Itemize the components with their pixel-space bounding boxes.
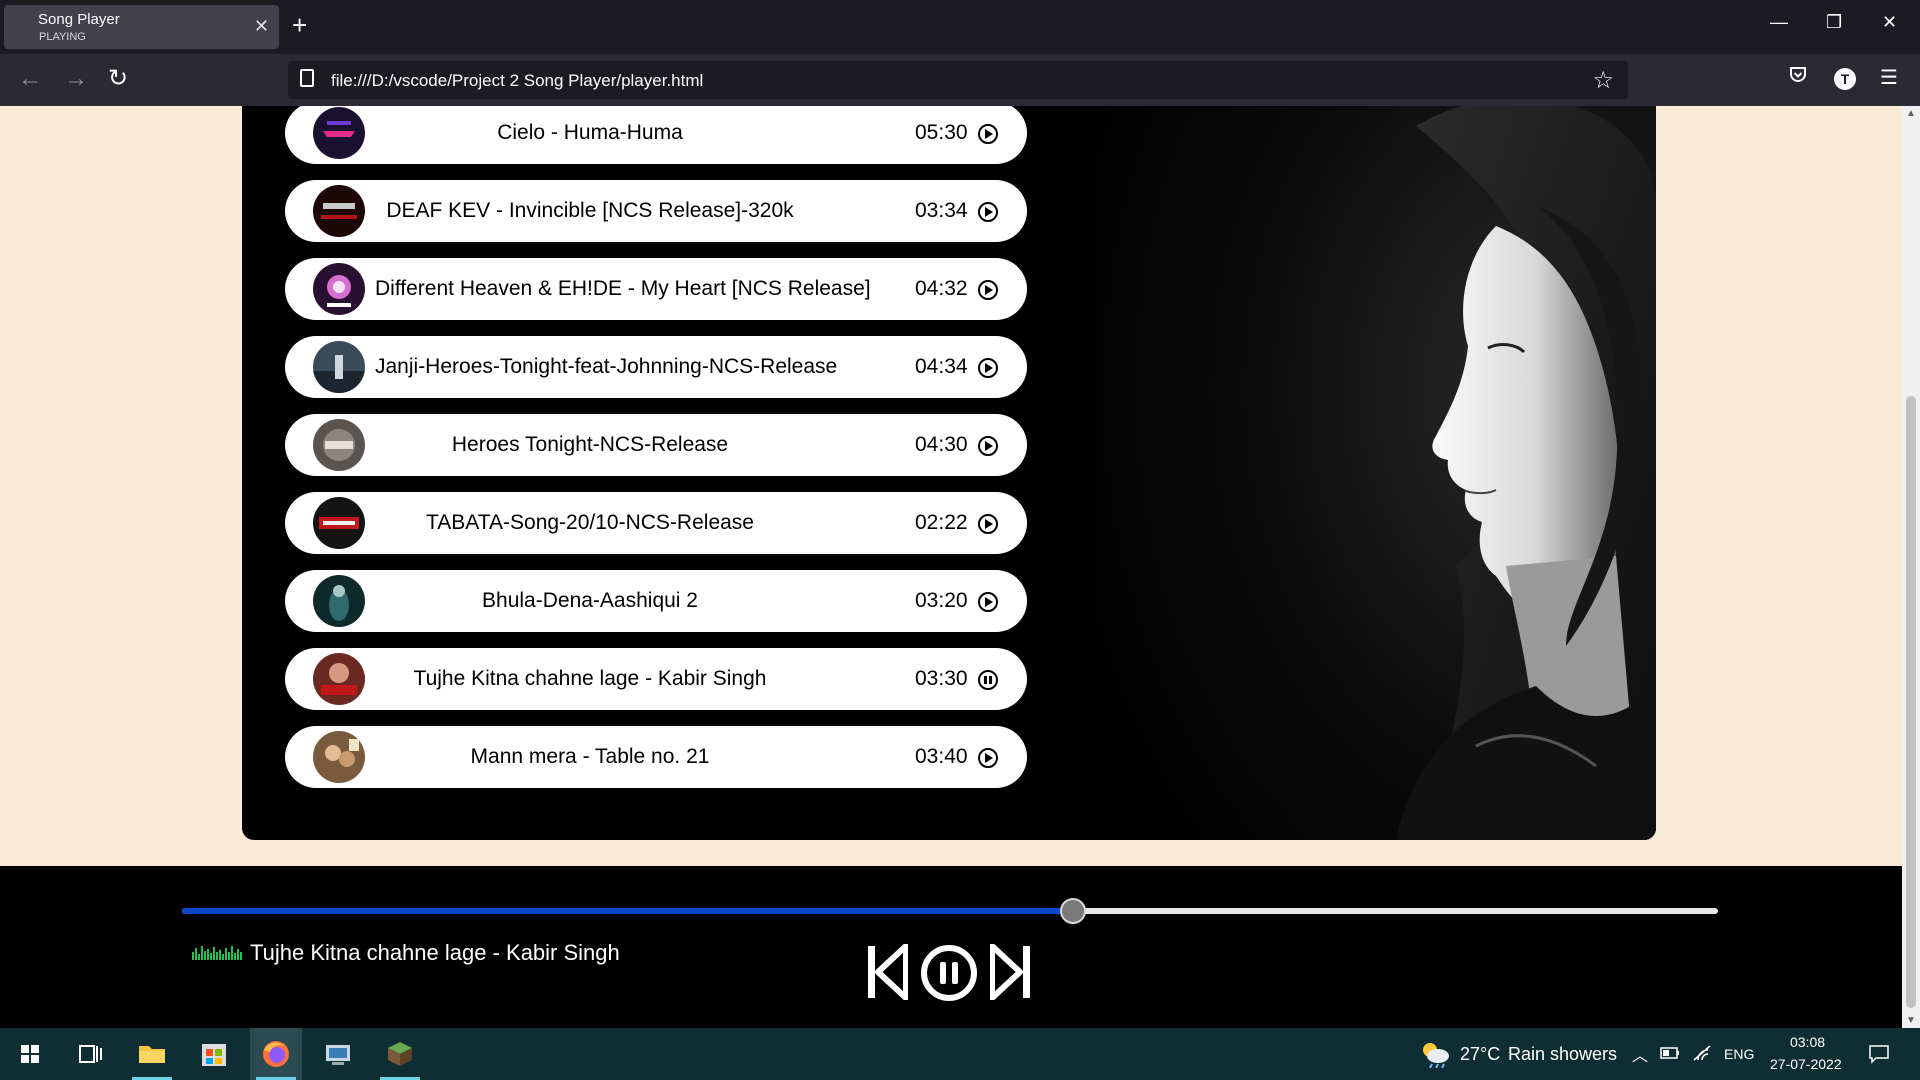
song-item[interactable]: Different Heaven & EH!DE - My Heart [NCS… [285, 258, 1027, 320]
language-indicator[interactable]: ENG [1724, 1046, 1754, 1062]
progress-bar[interactable] [182, 898, 1718, 924]
browser-nav-bar: ← → ↻ file:///D:/vscode/Project 2 Song P… [0, 54, 1920, 106]
tab-title: Song Player [38, 11, 120, 28]
play-icon[interactable] [978, 202, 998, 222]
song-name: Janji-Heroes-Tonight-feat-Johnning-NCS-R… [375, 355, 838, 378]
song-item[interactable]: TABATA-Song-20/10-NCS-Release 02:22 [285, 492, 1027, 554]
pause-icon[interactable] [978, 670, 998, 690]
clock-time[interactable]: 03:08 [1790, 1034, 1825, 1050]
song-name: DEAF KEV - Invincible [NCS Release]-320k [386, 199, 794, 222]
song-name: Mann mera - Table no. 21 [470, 745, 710, 768]
pocket-icon[interactable] [1788, 65, 1808, 91]
equalizer-icon [192, 946, 242, 960]
page-viewport: Cielo - Huma-Huma 05:30 DEAF KEV - Invin… [0, 106, 1902, 1028]
now-playing-title: Tujhe Kitna chahne lage - Kabir Singh [250, 940, 620, 965]
tab-status: PLAYING [39, 31, 86, 43]
forward-arrow-icon[interactable]: → [64, 66, 88, 92]
play-icon[interactable] [978, 358, 998, 378]
song-item[interactable]: Janji-Heroes-Tonight-feat-Johnning-NCS-R… [285, 336, 1027, 398]
weather-condition[interactable]: Rain showers [1508, 1044, 1617, 1065]
back-arrow-icon[interactable]: ← [18, 66, 42, 92]
play-icon[interactable] [978, 436, 998, 456]
account-icon[interactable]: T [1834, 68, 1856, 90]
minimize-icon[interactable]: — [1770, 12, 1788, 33]
song-duration: 04:34 [915, 355, 968, 378]
song-duration: 04:30 [915, 433, 968, 456]
song-name: Cielo - Huma-Huma [497, 121, 683, 144]
song-cover [313, 575, 365, 627]
restore-icon[interactable]: ❐ [1826, 12, 1842, 33]
song-item[interactable]: Tujhe Kitna chahne lage - Kabir Singh 03… [285, 648, 1027, 710]
song-cover [313, 731, 365, 783]
song-duration: 03:30 [915, 667, 968, 690]
close-window-icon[interactable]: ✕ [1882, 12, 1897, 33]
song-duration: 04:32 [915, 277, 968, 300]
control-panel-icon[interactable] [312, 1028, 364, 1080]
firefox-icon[interactable] [250, 1028, 302, 1080]
play-icon[interactable] [978, 124, 998, 144]
scroll-down-icon[interactable]: ▼ [1906, 1015, 1916, 1026]
previous-icon[interactable] [868, 944, 908, 1000]
song-list-container: Cielo - Huma-Huma 05:30 DEAF KEV - Invin… [242, 106, 1656, 840]
windows-taskbar: 27°C Rain showers ︿ ENG 03:08 27-07-2022 [0, 1028, 1920, 1080]
chevron-up-icon[interactable]: ︿ [1632, 1042, 1648, 1066]
song-name: Different Heaven & EH!DE - My Heart [NCS… [375, 277, 871, 300]
song-duration: 03:40 [915, 745, 968, 768]
microsoft-store-icon[interactable] [188, 1028, 240, 1080]
page-document-icon [300, 69, 314, 87]
song-cover [313, 107, 365, 159]
windows-start-icon[interactable] [4, 1028, 56, 1080]
new-tab-button[interactable]: + [292, 11, 307, 39]
song-item[interactable]: Bhula-Dena-Aashiqui 2 03:20 [285, 570, 1027, 632]
scroll-up-icon[interactable]: ▲ [1906, 108, 1916, 119]
notification-icon[interactable] [1868, 1044, 1890, 1064]
song-item[interactable]: DEAF KEV - Invincible [NCS Release]-320k… [285, 180, 1027, 242]
song-item[interactable]: Mann mera - Table no. 21 03:40 [285, 726, 1027, 788]
song-duration: 05:30 [915, 121, 968, 144]
song-cover [313, 497, 365, 549]
url-text: file:///D:/vscode/Project 2 Song Player/… [331, 71, 704, 90]
song-cover [313, 341, 365, 393]
play-icon[interactable] [978, 280, 998, 300]
star-icon[interactable]: ☆ [1592, 66, 1614, 95]
song-name: Heroes Tonight-NCS-Release [451, 433, 729, 456]
next-icon[interactable] [990, 944, 1030, 1000]
song-cover [313, 653, 365, 705]
tab-close-icon[interactable]: ✕ [254, 16, 269, 37]
file-explorer-icon[interactable] [126, 1028, 178, 1080]
wifi-icon[interactable] [1692, 1044, 1712, 1062]
progress-fill [182, 908, 1073, 914]
page-scrollbar[interactable]: ▲ ▼ [1902, 106, 1920, 1028]
reload-icon[interactable]: ↻ [108, 66, 128, 92]
song-item[interactable]: Heroes Tonight-NCS-Release 04:30 [285, 414, 1027, 476]
play-icon[interactable] [978, 592, 998, 612]
task-view-icon[interactable] [64, 1028, 116, 1080]
song-duration: 03:20 [915, 589, 968, 612]
song-cover [313, 185, 365, 237]
song-duration: 02:22 [915, 511, 968, 534]
menu-icon[interactable]: ☰ [1880, 65, 1898, 90]
pause-icon[interactable] [920, 944, 978, 1002]
weather-temperature[interactable]: 27°C [1460, 1044, 1500, 1065]
song-cover [313, 419, 365, 471]
singer-portrait-image [1096, 106, 1656, 840]
song-cover [313, 263, 365, 315]
song-item[interactable]: Cielo - Huma-Huma 05:30 [285, 106, 1027, 164]
battery-icon[interactable] [1660, 1046, 1680, 1060]
song-duration: 03:34 [915, 199, 968, 222]
scrollbar-thumb[interactable] [1906, 396, 1916, 1008]
address-bar[interactable]: file:///D:/vscode/Project 2 Song Player/… [288, 61, 1628, 99]
play-icon[interactable] [978, 748, 998, 768]
weather-icon[interactable] [1420, 1040, 1450, 1068]
song-name: Bhula-Dena-Aashiqui 2 [482, 589, 698, 612]
clock-date[interactable]: 27-07-2022 [1770, 1056, 1842, 1072]
progress-knob[interactable] [1059, 898, 1086, 924]
browser-tab-bar: Song Player PLAYING ✕ + — ❐ ✕ [0, 0, 1920, 54]
play-icon[interactable] [978, 514, 998, 534]
minecraft-icon[interactable] [374, 1028, 426, 1080]
song-name: Tujhe Kitna chahne lage - Kabir Singh [413, 667, 767, 690]
song-name: TABATA-Song-20/10-NCS-Release [426, 511, 754, 534]
browser-tab[interactable]: Song Player PLAYING ✕ [4, 5, 279, 49]
player-bar: Tujhe Kitna chahne lage - Kabir Singh [0, 866, 1902, 1028]
